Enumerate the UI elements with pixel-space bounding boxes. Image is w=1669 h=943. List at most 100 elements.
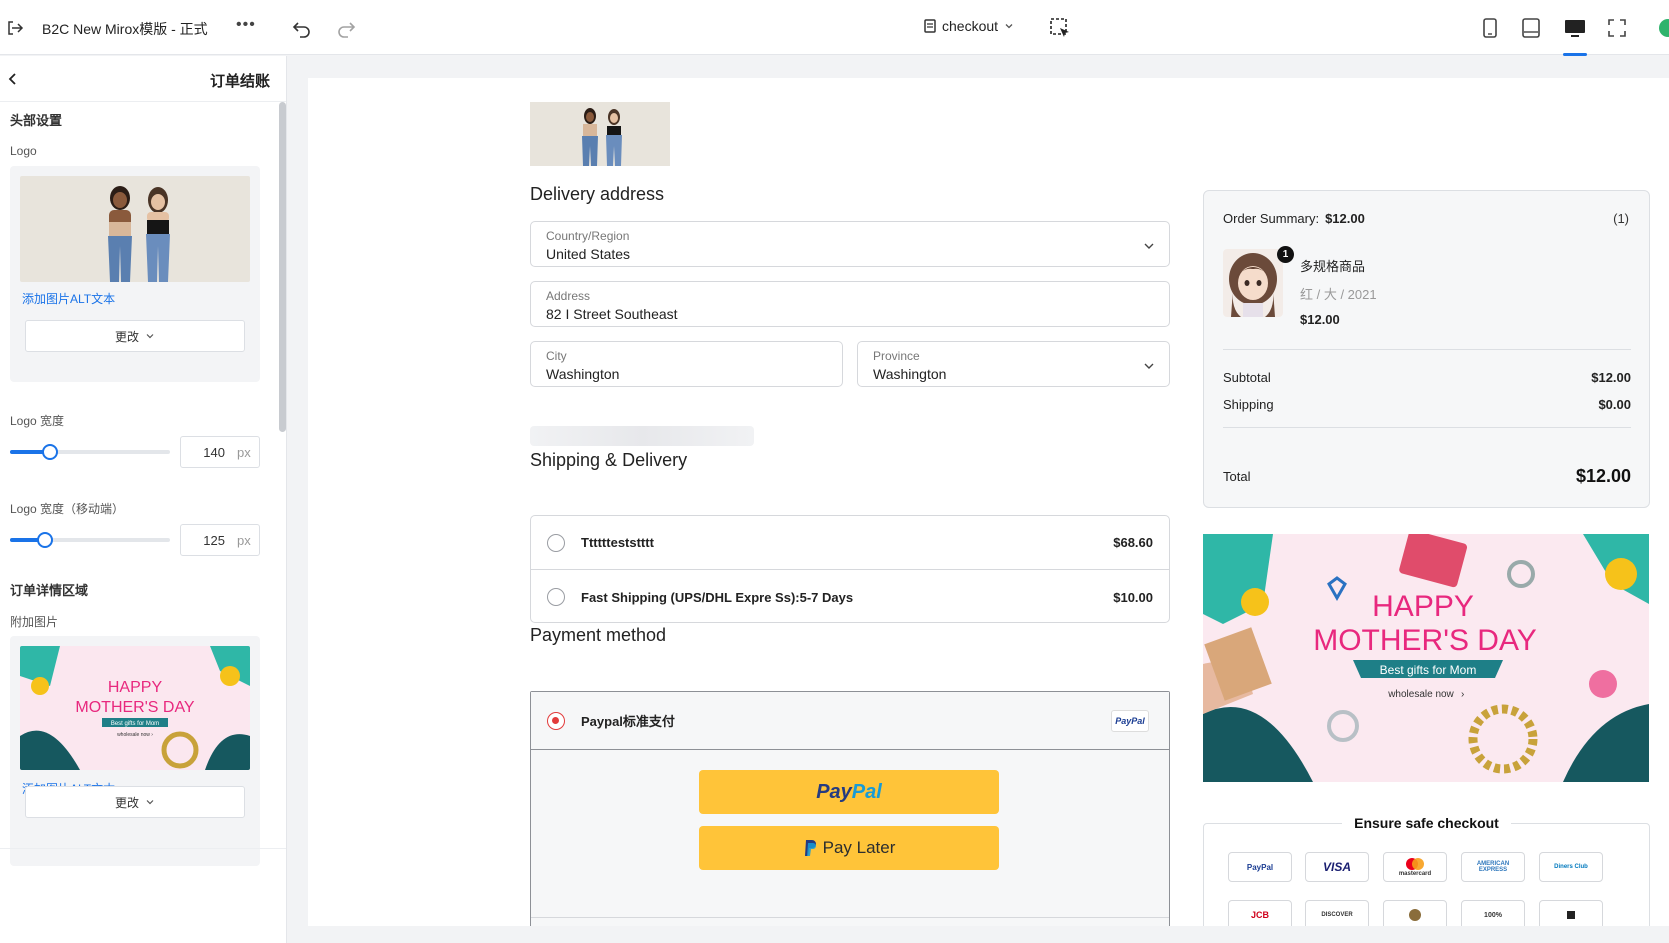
pay-later-button[interactable]: Pay Later (699, 826, 999, 870)
summary-count[interactable]: (1) (1613, 211, 1629, 226)
product-name: 多规格商品 (1300, 259, 1366, 274)
security-icon (1539, 900, 1603, 926)
mastercard-label: mastercard (1398, 871, 1432, 877)
shipping-option[interactable]: Fast Shipping (UPS/DHL Expre Ss):5-7 Day… (531, 570, 1169, 624)
logo-label: Logo (10, 144, 37, 158)
mobile-view-icon[interactable] (1477, 15, 1503, 41)
more-icon[interactable]: ••• (236, 16, 256, 34)
avatar[interactable] (1659, 19, 1669, 37)
badge-icon (1383, 900, 1447, 926)
store-logo[interactable] (530, 102, 670, 166)
shipping-options: Tttttteststttt $68.60 Fast Shipping (UPS… (530, 515, 1170, 623)
paypal-p-icon (804, 840, 816, 856)
summary-heading: Order Summary: $12.00 (1223, 211, 1365, 226)
province-value: Washington (873, 366, 947, 382)
logo-width-mobile-unit: px (237, 532, 251, 548)
shipping-name: Tttttteststttt (581, 535, 654, 550)
product-variant: 红 / 大 / 2021 (1300, 287, 1377, 302)
svg-text:HAPPY: HAPPY (108, 679, 163, 696)
logo-thumbnail[interactable] (20, 176, 250, 282)
select-element-icon[interactable] (1049, 17, 1071, 39)
fullscreen-icon[interactable] (1604, 15, 1630, 41)
page-preview: Delivery address Country/Region United S… (308, 78, 1669, 926)
subtotal-label: Subtotal (1223, 370, 1271, 385)
logo-width-label: Logo 宽度 (10, 414, 65, 428)
logo-width-slider[interactable] (10, 444, 170, 460)
shipping-price: $68.60 (1113, 535, 1153, 550)
logo-width-input[interactable]: 140 px (180, 436, 260, 468)
address-label: Address (546, 289, 591, 303)
change-label: 更改 (114, 795, 139, 810)
banner-line1: HAPPY (1372, 590, 1474, 623)
desktop-view-icon[interactable] (1562, 15, 1588, 41)
loading-skeleton (530, 426, 754, 446)
active-device-indicator (1563, 53, 1587, 56)
province-label: Province (873, 349, 920, 363)
undo-icon[interactable] (291, 17, 313, 39)
logo-width-knob[interactable] (42, 444, 58, 460)
discover-card-icon: DISCOVER (1305, 900, 1369, 926)
safe-checkout-title-wrap: Ensure safe checkout (1204, 815, 1649, 831)
payment-name: Paypal标准支付 (581, 714, 675, 729)
delivery-title: Delivery address (530, 184, 665, 204)
mothers-day-banner[interactable]: HAPPY MOTHER'S DAY Best gifts for Mom wh… (1203, 534, 1649, 782)
svg-text:wholesale now ›: wholesale now › (117, 732, 153, 738)
chevron-down-icon (1005, 24, 1013, 29)
shipping-label: Shipping (1223, 397, 1274, 412)
divider (531, 917, 1169, 918)
logo-alt-link[interactable]: 添加图片ALT文本 (22, 290, 115, 307)
logo-width-mobile-knob[interactable] (37, 532, 54, 548)
logo-width-mobile-value: 125 (203, 532, 225, 548)
radio-button-selected[interactable] (547, 711, 565, 730)
chevron-down-icon (146, 800, 154, 805)
page-icon (924, 19, 936, 33)
summary-amount: $12.00 (1325, 211, 1365, 226)
logo-width-unit: px (237, 444, 251, 460)
paypal-button[interactable]: Pay Pal (699, 770, 999, 814)
country-select[interactable]: Country/Region United States (530, 221, 1170, 267)
summary-label: Order Summary: (1223, 211, 1320, 226)
city-field[interactable]: City Washington (530, 341, 843, 387)
divider (1223, 427, 1631, 428)
back-icon[interactable] (6, 69, 22, 89)
city-value: Washington (546, 366, 620, 382)
country-label: Country/Region (546, 229, 630, 243)
payment-option-paypal[interactable]: Paypal标准支付 PayPal (531, 692, 1169, 750)
radio-button[interactable] (547, 533, 565, 552)
redo-icon[interactable] (335, 17, 357, 39)
attach-change-button[interactable]: 更改 (25, 786, 245, 818)
pay-later-label: Pay Later (822, 838, 896, 857)
province-select[interactable]: Province Washington (857, 341, 1170, 387)
subtotal-value: $12.00 (1591, 370, 1631, 385)
chevron-down-icon (1144, 363, 1154, 369)
exit-icon[interactable] (4, 17, 26, 39)
svg-text:›: › (1461, 689, 1464, 700)
divider (0, 848, 286, 849)
panel-scrollbar[interactable] (279, 102, 286, 432)
subtotal-row: Subtotal $12.00 (1223, 370, 1631, 385)
top-toolbar: B2C New Mirox模版 - 正式 ••• checkout (0, 0, 1669, 56)
page-selector[interactable]: checkout (924, 18, 1014, 34)
page-name: checkout (942, 18, 999, 34)
radio-button[interactable] (547, 588, 565, 606)
banner-line2: MOTHER'S DAY (1313, 624, 1537, 657)
paypal-word-1: Pay (816, 780, 852, 803)
paypal-card-icon: PayPal (1228, 852, 1292, 882)
payment-options: Paypal标准支付 PayPal Pay Pal Pay Later (530, 691, 1170, 926)
logo-width-mobile-slider[interactable] (10, 532, 170, 548)
settings-panel: 订单结账 头部设置 Logo 添加图片ALT文本 更改 Logo 宽度 140 … (0, 56, 287, 943)
banner-cta: wholesale now (1387, 689, 1454, 700)
svg-text:MOTHER'S DAY: MOTHER'S DAY (75, 699, 195, 716)
banner-ribbon: Best gifts for Mom (1380, 663, 1477, 677)
shipping-option[interactable]: Tttttteststttt $68.60 (531, 516, 1169, 570)
logo-change-button[interactable]: 更改 (25, 320, 245, 352)
address-value: 82 I Street Southeast (546, 306, 678, 322)
logo-width-mobile-input[interactable]: 125 px (180, 524, 260, 556)
address-field[interactable]: Address 82 I Street Southeast (530, 281, 1170, 327)
panel-header: 订单结账 (0, 56, 286, 102)
attach-thumbnail[interactable]: HAPPY MOTHER'S DAY Best gifts for Mom wh… (20, 646, 250, 770)
payment-title: Payment method (530, 625, 667, 645)
order-summary: Order Summary: $12.00 (1) 1 多规格商品 红 / 大 /… (1203, 190, 1650, 508)
quantity-badge: 1 (1277, 246, 1294, 263)
tablet-view-icon[interactable] (1518, 15, 1544, 41)
